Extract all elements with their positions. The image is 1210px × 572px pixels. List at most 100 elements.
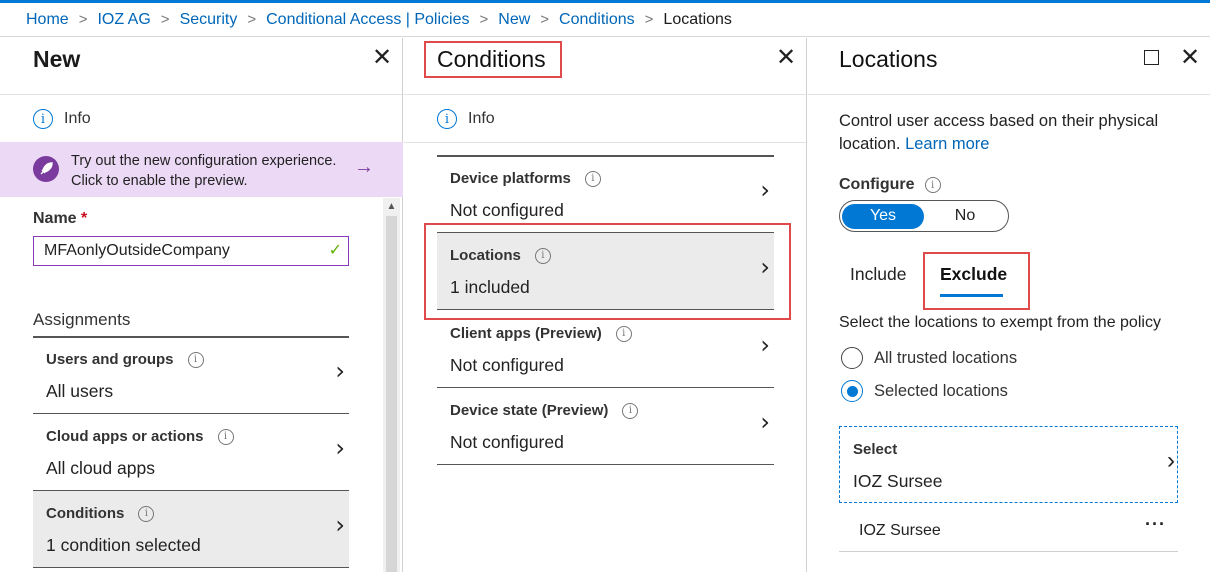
close-icon[interactable]: ✕ (1180, 46, 1200, 70)
info-icon[interactable]: i (924, 177, 941, 193)
name-input[interactable]: MFAonlyOutsideCompany ✓ (33, 236, 349, 266)
breadcrumb-conditions[interactable]: Conditions (559, 11, 635, 29)
tab-include[interactable]: Include (850, 264, 906, 285)
breadcrumb-separator: > (644, 11, 654, 28)
blade-title: Locations (839, 46, 938, 72)
preview-text: Try out the new configuration experience… (71, 153, 337, 189)
list-item[interactable]: IOZ Sursee ··· (839, 508, 1178, 552)
assignment-cloud-apps[interactable]: Cloud apps or actions i All cloud apps › (33, 414, 349, 491)
scroll-thumb[interactable] (386, 216, 397, 572)
item-title-text: Users and groups (46, 351, 174, 368)
close-icon[interactable]: ✕ (776, 46, 796, 70)
rocket-icon (33, 156, 59, 182)
arrow-right-icon[interactable]: → (354, 156, 374, 179)
close-icon[interactable]: ✕ (372, 46, 392, 70)
description-text: Control user access based on their physi… (839, 112, 1159, 153)
condition-device-state[interactable]: Device state (Preview) i Not configured … (437, 388, 774, 465)
blade-conditions: Conditions ✕ i Info Device platforms i N… (404, 38, 807, 572)
required-marker: * (81, 210, 88, 227)
info-icon[interactable]: i (615, 325, 632, 342)
item-value: 1 condition selected (46, 535, 201, 555)
breadcrumb-new[interactable]: New (498, 11, 530, 29)
breadcrumb-policies[interactable]: Conditional Access | Policies (266, 11, 469, 29)
configure-toggle[interactable]: Yes No (839, 200, 1009, 232)
name-label-text: Name (33, 210, 77, 227)
info-icon: i (437, 109, 457, 129)
more-icon[interactable]: ··· (1145, 514, 1166, 535)
item-title-text: Device state (Preview) (450, 402, 609, 419)
item-title-text: Client apps (Preview) (450, 325, 602, 342)
blade-header: Locations ✕ (808, 38, 1210, 95)
info-link[interactable]: i Info (33, 109, 91, 129)
blade-new: New ✕ i Info Try out the new configurati… (0, 38, 403, 572)
info-icon[interactable]: i (217, 428, 234, 445)
checkmark-icon: ✓ (328, 242, 342, 259)
radio-button[interactable] (841, 380, 863, 402)
radio-selected-locations[interactable]: Selected locations (841, 380, 1008, 402)
radio-all-trusted[interactable]: All trusted locations (841, 347, 1017, 369)
breadcrumb: Home > IOZ AG > Security > Conditional A… (0, 3, 1210, 37)
chevron-right-icon: › (335, 511, 345, 539)
blade-locations: Locations ✕ Control user access based on… (808, 38, 1210, 572)
item-value: Not configured (450, 355, 564, 375)
exempt-text: Select the locations to exempt from the … (839, 314, 1161, 331)
location-name: IOZ Sursee (859, 522, 941, 539)
info-icon[interactable]: i (584, 170, 601, 187)
radio-button[interactable] (841, 347, 863, 369)
item-title: Client apps (Preview) i (450, 325, 632, 342)
info-icon[interactable]: i (622, 402, 639, 419)
assignment-users-and-groups[interactable]: Users and groups i All users › (33, 337, 349, 414)
name-label: Name * (33, 210, 87, 228)
item-value: Not configured (450, 432, 564, 452)
item-title-text: Cloud apps or actions (46, 428, 204, 445)
breadcrumb-tenant[interactable]: IOZ AG (97, 11, 150, 29)
info-icon: i (33, 109, 53, 129)
condition-device-platforms[interactable]: Device platforms i Not configured › (437, 156, 774, 233)
chevron-right-icon: › (1167, 447, 1175, 474)
chevron-right-icon: › (760, 176, 770, 204)
highlight-box (424, 41, 562, 78)
toggle-no[interactable]: No (924, 207, 1006, 225)
assignments-label: Assignments (33, 310, 131, 329)
breadcrumb-separator: > (540, 11, 550, 28)
info-label: Info (468, 110, 495, 127)
assignment-conditions[interactable]: Conditions i 1 condition selected › (33, 491, 349, 568)
breadcrumb-home[interactable]: Home (26, 11, 69, 29)
blade-header: Conditions ✕ (404, 38, 806, 95)
name-input-value: MFAonlyOutsideCompany (44, 242, 230, 259)
breadcrumb-separator: > (78, 11, 88, 28)
item-title-text: Device platforms (450, 170, 571, 187)
description: Control user access based on their physi… (839, 110, 1189, 156)
chevron-right-icon: › (760, 331, 770, 359)
highlight-box (424, 223, 791, 320)
toggle-yes[interactable]: Yes (842, 203, 924, 229)
divider (404, 142, 806, 143)
info-link[interactable]: i Info (437, 109, 495, 129)
breadcrumb-separator: > (247, 11, 257, 28)
configure-label: Configure i (839, 176, 941, 194)
select-locations[interactable]: Select IOZ Sursee › (839, 426, 1178, 503)
breadcrumb-separator: > (479, 11, 489, 28)
radio-label: All trusted locations (874, 348, 1018, 367)
info-icon[interactable]: i (138, 505, 155, 522)
blade-title: New (33, 46, 81, 72)
scroll-up-icon[interactable]: ▲ (383, 198, 400, 215)
item-title: Cloud apps or actions i (46, 428, 234, 445)
configure-label-text: Configure (839, 176, 915, 193)
item-title: Users and groups i (46, 351, 204, 368)
learn-more-link[interactable]: Learn more (905, 135, 989, 153)
item-value: All cloud apps (46, 458, 155, 478)
chevron-right-icon: › (760, 408, 770, 436)
item-value: All users (46, 381, 114, 401)
scrollbar[interactable]: ▲ (383, 198, 400, 572)
info-icon[interactable]: i (187, 351, 204, 368)
preview-banner[interactable]: Try out the new configuration experience… (0, 142, 403, 197)
breadcrumb-security[interactable]: Security (180, 11, 238, 29)
select-label: Select (853, 441, 898, 458)
breadcrumb-current: Locations (663, 10, 732, 28)
highlight-box (923, 252, 1030, 310)
maximize-icon[interactable] (1144, 50, 1159, 65)
condition-client-apps[interactable]: Client apps (Preview) i Not configured › (437, 311, 774, 388)
chevron-right-icon: › (335, 434, 345, 462)
chevron-right-icon: › (335, 357, 345, 385)
